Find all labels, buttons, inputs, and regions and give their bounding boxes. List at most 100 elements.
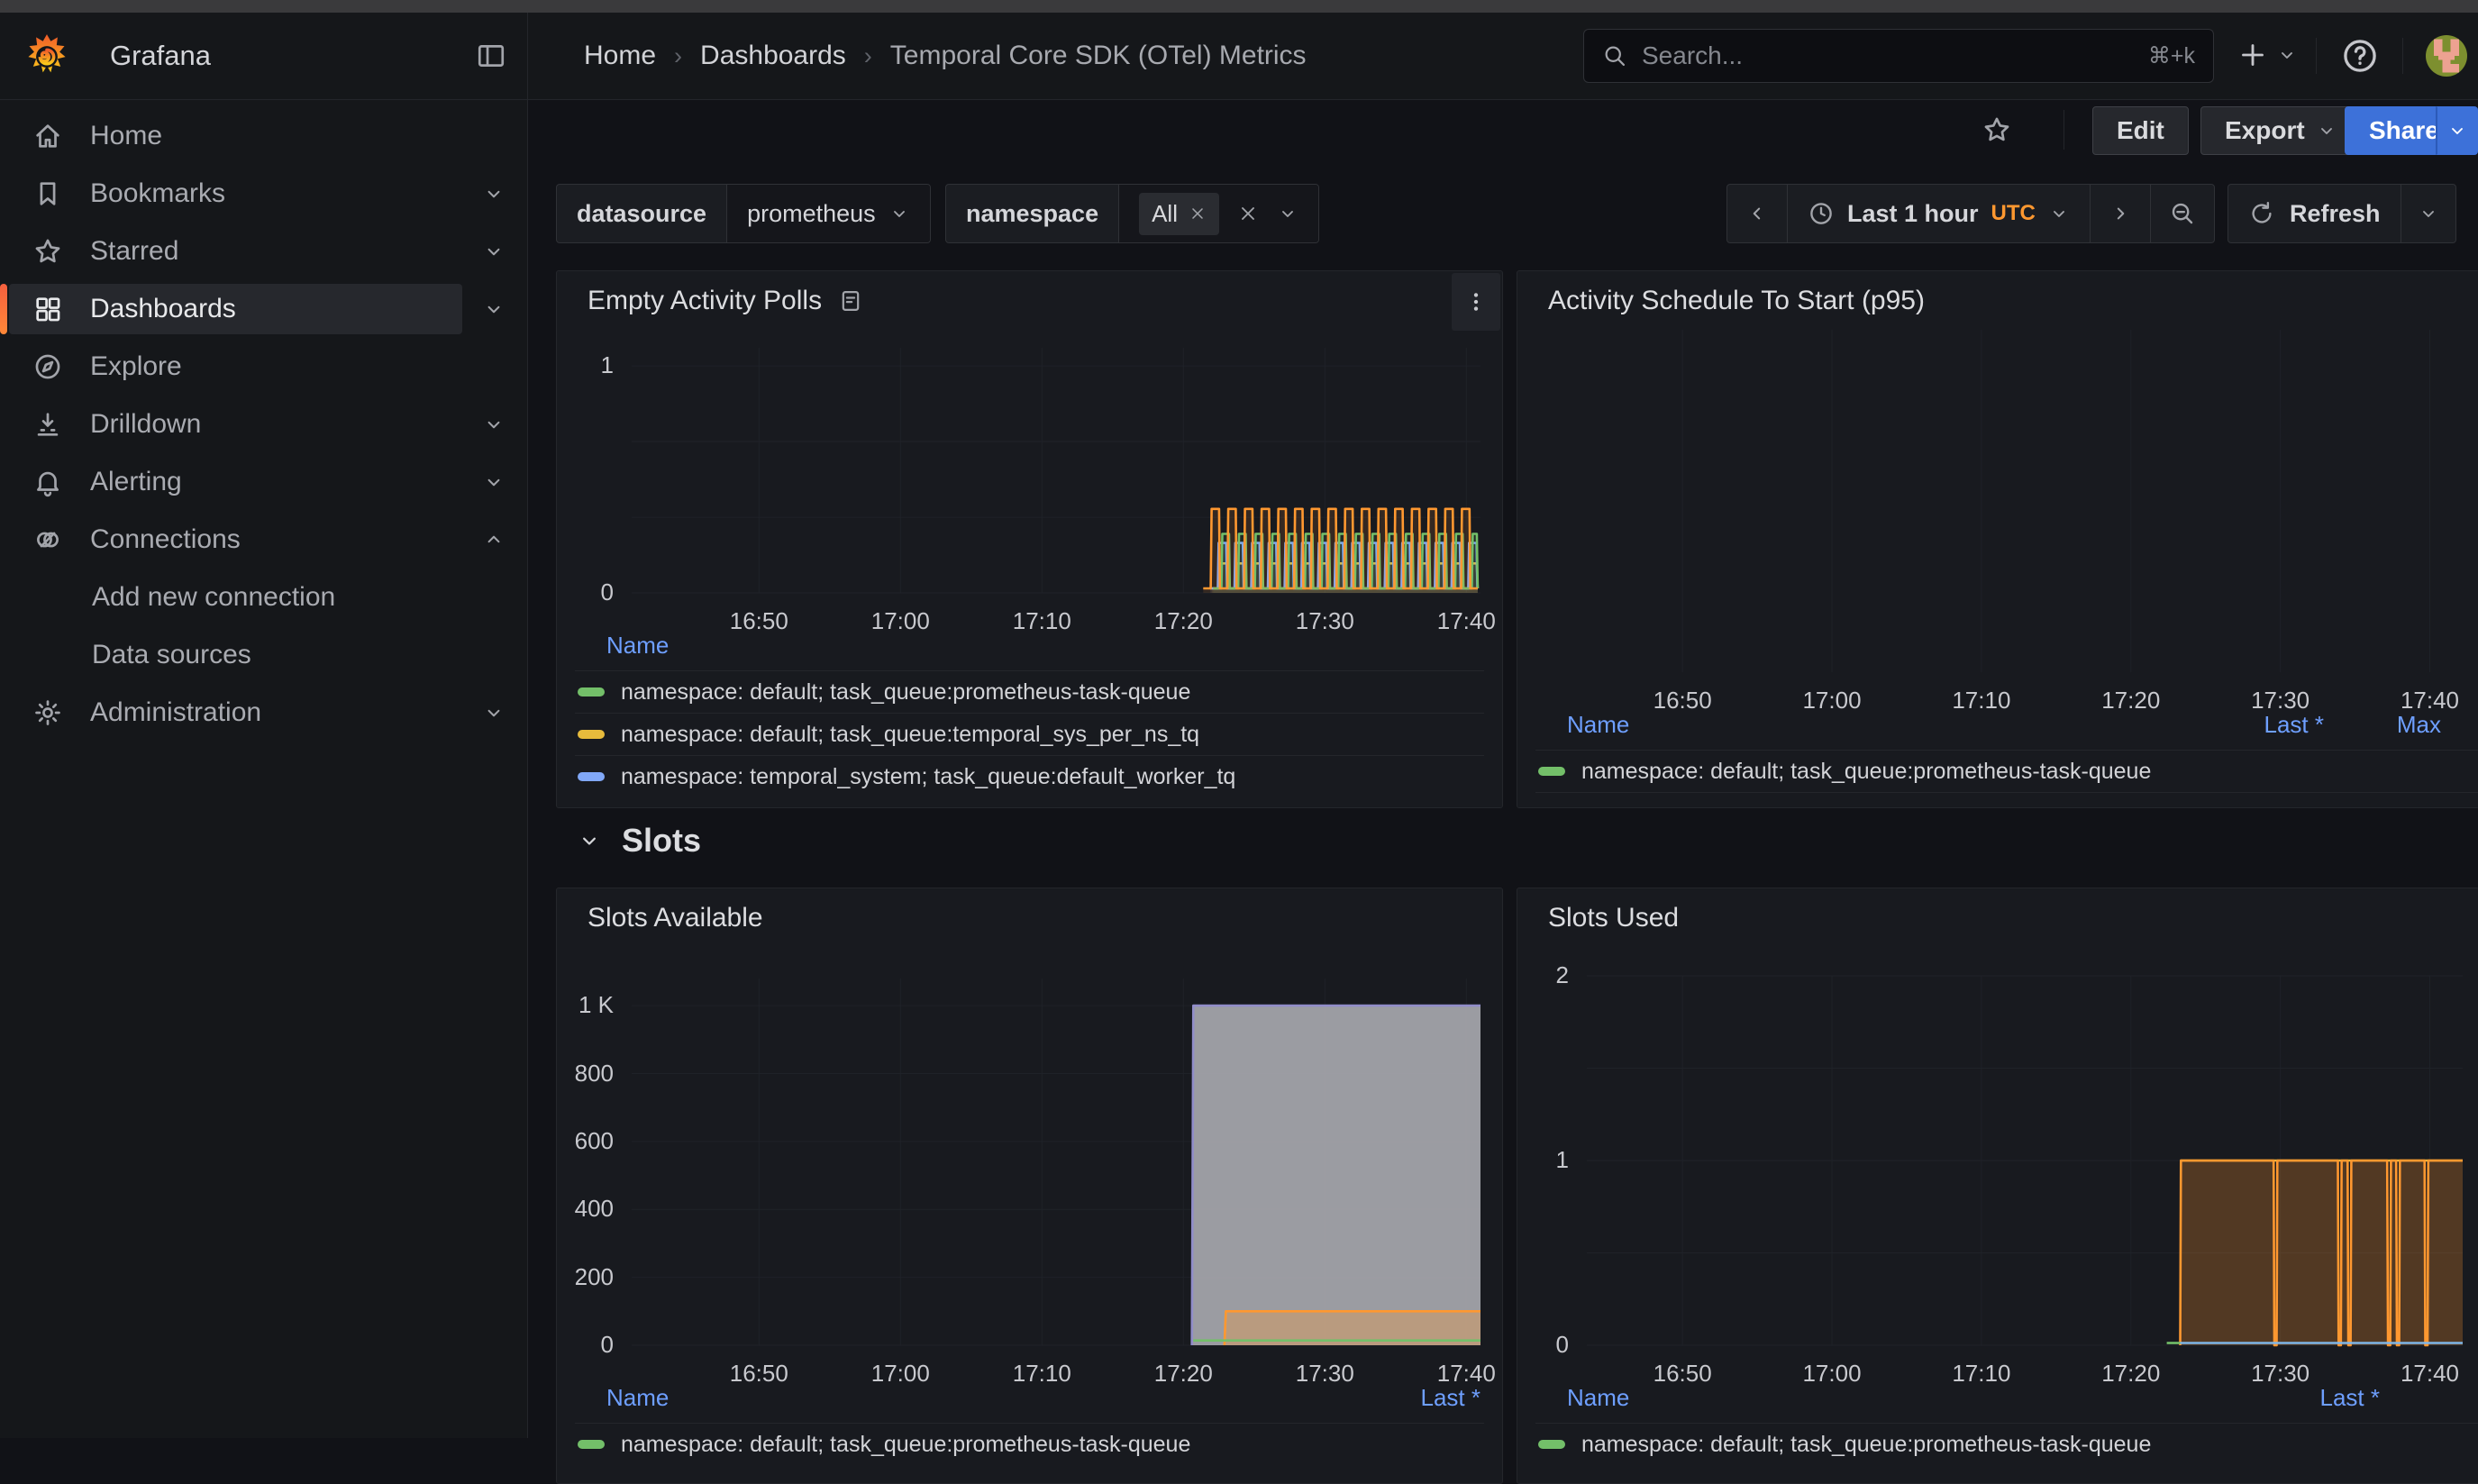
- zoom-out-button[interactable]: [2151, 185, 2214, 242]
- search-box[interactable]: Search... ⌘+k: [1583, 29, 2214, 83]
- chevron-down-icon: [2418, 203, 2439, 224]
- legend-column-last[interactable]: Last *: [1318, 1384, 1480, 1412]
- namespace-value-dropdown[interactable]: All: [1119, 185, 1318, 242]
- series-color-pill: [578, 687, 605, 696]
- legend-column-name[interactable]: Name: [606, 1384, 1318, 1412]
- datasource-variable: datasource prometheus: [556, 184, 931, 243]
- chevron-down-icon[interactable]: [482, 470, 506, 494]
- window-titlebar: [0, 0, 2478, 13]
- help-button[interactable]: [2341, 37, 2379, 79]
- breadcrumb-home[interactable]: Home: [584, 41, 656, 71]
- chevron-down-icon[interactable]: [482, 701, 506, 724]
- chevron-down-icon: [888, 203, 910, 224]
- legend-column-name[interactable]: Name: [1567, 711, 2162, 739]
- legend-row[interactable]: namespace: default; task_queue:prometheu…: [575, 671, 1484, 713]
- axis-tick-label: 200: [556, 1263, 614, 1291]
- legend-label: namespace: default; task_queue:prometheu…: [1581, 759, 2151, 785]
- breadcrumb-dashboards[interactable]: Dashboards: [700, 41, 846, 71]
- chevron-down-icon: [2048, 203, 2070, 224]
- variables-row: datasource prometheus namespace All: [528, 160, 2478, 269]
- panel-menu-button[interactable]: [1452, 273, 1500, 331]
- connections-link-icon: [32, 524, 63, 555]
- clear-icon[interactable]: [1237, 203, 1259, 224]
- sidebar-item-label: Explore: [90, 351, 506, 382]
- legend-column-name[interactable]: Name: [1567, 1384, 2218, 1412]
- favorite-star-icon[interactable]: [1981, 114, 2012, 145]
- legend-row[interactable]: namespace: default; task_queue:prometheu…: [575, 1424, 1484, 1465]
- axis-tick-label: 2: [1517, 961, 1569, 989]
- grafana-logo[interactable]: [23, 32, 70, 79]
- panel-title[interactable]: Slots Used: [1548, 903, 1679, 933]
- chevron-down-icon: [2316, 120, 2337, 141]
- sidebar-item-label: Data sources: [92, 640, 506, 670]
- chevron-down-icon[interactable]: [1277, 203, 1298, 224]
- time-shift-forward-button[interactable]: [2091, 185, 2150, 242]
- legend-row[interactable]: namespace: default; task_queue:prometheu…: [1535, 751, 2478, 792]
- panel-plot[interactable]: 1 K800600400200016:5017:0017:1017:2017:3…: [632, 979, 1480, 1345]
- add-button[interactable]: [2237, 34, 2298, 76]
- chevron-down-icon[interactable]: [482, 297, 506, 321]
- breadcrumb-current: Temporal Core SDK (OTel) Metrics: [890, 41, 1307, 71]
- time-range-controls: Last 1 hour UTC: [1726, 184, 2215, 243]
- legend-column-last[interactable]: Last *: [2218, 1384, 2380, 1412]
- panel-plot[interactable]: 1016:5017:0017:1017:2017:3017:40: [632, 348, 1480, 593]
- legend-column-name[interactable]: Name: [575, 632, 1484, 660]
- legend-row[interactable]: namespace: default; task_queue:prometheu…: [1535, 1424, 2478, 1465]
- export-button[interactable]: Export: [2200, 106, 2362, 155]
- chevron-down-icon[interactable]: [482, 182, 506, 205]
- sidebar-item-explore[interactable]: Explore: [0, 338, 527, 396]
- chevron-down-icon[interactable]: [482, 240, 506, 263]
- legend-column-last[interactable]: Last *: [2162, 711, 2324, 739]
- panel-plot[interactable]: 16:5017:0017:1017:2017:3017:40: [1587, 330, 2463, 672]
- namespace-label: namespace: [946, 185, 1118, 242]
- sidebar-item-starred[interactable]: Starred: [0, 223, 527, 280]
- time-range-label: Last 1 hour: [1847, 200, 1979, 228]
- datasource-value-dropdown[interactable]: prometheus: [727, 185, 930, 242]
- legend-label: namespace: default; task_queue:temporal_…: [621, 722, 1199, 748]
- legend-label: namespace: default; task_queue:prometheu…: [1581, 1432, 2151, 1458]
- section-header-slots[interactable]: Slots: [577, 822, 701, 860]
- axis-tick-label: 0: [556, 578, 614, 606]
- refresh-button[interactable]: Refresh: [2228, 185, 2401, 242]
- close-icon[interactable]: [1189, 205, 1207, 223]
- time-range-picker[interactable]: Last 1 hour UTC: [1788, 185, 2090, 242]
- legend-row[interactable]: namespace: temporal_system; task_queue:d…: [575, 756, 1484, 797]
- chevron-up-icon[interactable]: [482, 528, 506, 551]
- legend-label: namespace: default; task_queue:prometheu…: [621, 679, 1190, 706]
- sidebar-item-dashboards[interactable]: Dashboards: [0, 280, 527, 338]
- panel-title[interactable]: Slots Available: [588, 903, 763, 933]
- sidebar-item-add-new-connection[interactable]: Add new connection: [0, 569, 527, 626]
- panel-description-icon[interactable]: [838, 288, 863, 314]
- brand-name[interactable]: Grafana: [110, 40, 211, 72]
- namespace-chip-all[interactable]: All: [1139, 193, 1219, 235]
- dashboard-toolbar: Edit Export Share: [528, 100, 2478, 159]
- chevron-down-icon[interactable]: [482, 413, 506, 436]
- panel-title[interactable]: Activity Schedule To Start (p95): [1548, 286, 1925, 316]
- sidebar-item-alerting[interactable]: Alerting: [0, 453, 527, 511]
- legend-column-max[interactable]: Max: [2324, 711, 2441, 739]
- zoom-out-icon: [2169, 200, 2196, 227]
- sidebar-item-home[interactable]: Home: [0, 107, 527, 165]
- series-color-pill: [578, 730, 605, 739]
- series-color-pill: [1538, 1440, 1565, 1449]
- home-icon: [32, 121, 63, 151]
- panel-title[interactable]: Empty Activity Polls: [588, 286, 822, 316]
- panel-plot[interactable]: 21016:5017:0017:1017:2017:3017:40: [1587, 976, 2463, 1345]
- collapse-menu-icon[interactable]: [476, 41, 506, 71]
- sidebar-item-connections[interactable]: Connections: [0, 511, 527, 569]
- sidebar-item-bookmarks[interactable]: Bookmarks: [0, 165, 527, 223]
- share-dropdown-button[interactable]: [2436, 106, 2478, 155]
- sidebar-item-data-sources[interactable]: Data sources: [0, 626, 527, 684]
- chevron-down-icon: [2446, 120, 2468, 141]
- namespace-variable: namespace All: [945, 184, 1319, 243]
- sidebar-item-drilldown[interactable]: Drilldown: [0, 396, 527, 453]
- edit-button[interactable]: Edit: [2092, 106, 2189, 155]
- legend-label: namespace: default; task_queue:prometheu…: [621, 1432, 1190, 1458]
- series-color-pill: [578, 772, 605, 781]
- user-avatar[interactable]: [2426, 35, 2467, 77]
- time-shift-back-button[interactable]: [1727, 185, 1787, 242]
- legend-row[interactable]: namespace: default; task_queue:temporal_…: [575, 714, 1484, 755]
- refresh-interval-dropdown[interactable]: [2401, 185, 2455, 242]
- series-color-pill: [1538, 767, 1565, 776]
- sidebar-item-administration[interactable]: Administration: [0, 684, 527, 742]
